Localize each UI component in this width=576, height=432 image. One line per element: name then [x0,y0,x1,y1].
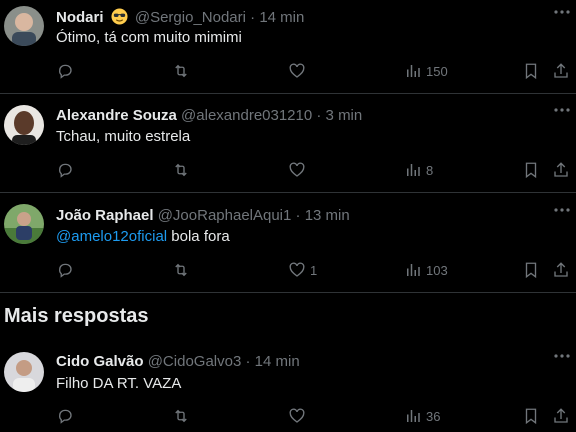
post-text: Ótimo, tá com muito mimimi [56,29,242,46]
repost-icon [175,163,187,177]
reply-icon [59,409,72,424]
reply-post[interactable]: João Raphael @JooRaphaelAqui1 · 13 min @… [0,194,576,293]
author-name[interactable]: João Raphael [56,207,154,224]
view-count: 150 [426,63,448,79]
reply-post[interactable]: Cido Galvão @CidoGalvo3 · 14 min Filho D… [0,342,576,432]
view-count: 36 [426,408,441,424]
repost-button[interactable] [172,406,190,426]
author-handle[interactable]: @CidoGalvo3 [148,353,242,370]
avatar[interactable] [4,105,44,145]
share-button[interactable] [552,61,570,81]
more-options-icon[interactable] [552,346,572,366]
author-name[interactable]: Nodari [56,9,104,26]
analytics-icon [407,264,420,276]
repost-icon [175,409,187,423]
views-button[interactable]: 36 [404,406,440,426]
avatar[interactable] [4,352,44,392]
reply-button[interactable] [56,406,74,426]
like-button[interactable] [288,61,306,81]
avatar[interactable] [4,204,44,244]
bookmark-icon [525,262,537,279]
reply-post[interactable]: Alexandre Souza @alexandre031210 · 3 min… [0,95,576,193]
analytics-icon [407,164,420,176]
like-count: 1 [310,262,318,278]
post-text: @amelo12oficial bola fora [56,227,230,247]
more-replies-heading: Mais respostas [4,305,149,327]
view-count: 103 [426,262,448,278]
analytics-icon [407,65,420,77]
heart-icon [289,262,305,277]
bookmark-icon [525,408,537,425]
more-options-icon[interactable] [552,100,572,120]
bookmark-button[interactable] [522,406,540,426]
repost-icon [175,64,187,78]
views-button[interactable]: 103 [404,260,448,280]
heart-icon [289,408,305,423]
bookmark-button[interactable] [522,61,540,81]
post-time[interactable]: · 14 min [250,9,304,26]
share-icon [554,408,568,423]
post-text-body: bola fora [167,228,230,245]
author-handle[interactable]: @Sergio_Nodari [135,9,246,26]
reply-icon [59,263,72,278]
repost-icon [175,263,187,277]
heart-icon [289,63,305,78]
view-count: 8 [426,162,434,178]
like-button[interactable]: 1 [288,260,317,280]
share-button[interactable] [552,160,570,180]
author-name[interactable]: Alexandre Souza [56,107,177,124]
more-options-icon[interactable] [552,2,572,22]
share-icon [554,63,568,78]
heart-icon [289,162,305,177]
repost-button[interactable] [172,260,190,280]
share-icon [554,162,568,177]
author-name[interactable]: Cido Galvão [56,353,144,370]
share-button[interactable] [552,260,570,280]
repost-button[interactable] [172,160,190,180]
like-button[interactable] [288,160,306,180]
reply-button[interactable] [56,61,74,81]
reply-icon [59,64,72,79]
post-time[interactable]: · 3 min [316,107,362,124]
mention-link[interactable]: @amelo12oficial [56,228,167,245]
more-options-icon[interactable] [552,200,572,220]
views-button[interactable]: 8 [404,160,433,180]
author-handle[interactable]: @alexandre031210 [181,107,312,124]
reply-button[interactable] [56,160,74,180]
bookmark-icon [525,63,537,80]
bookmark-button[interactable] [522,260,540,280]
reply-button[interactable] [56,260,74,280]
reply-post[interactable]: Nodari @Sergio_Nodari · 14 min Ótimo, tá… [0,0,576,94]
reply-icon [59,163,72,178]
post-time[interactable]: · 14 min [245,353,299,370]
post-text: Tchau, muito estrela [56,128,191,145]
post-text: Filho DA RT. VAZA [56,375,182,392]
analytics-icon [407,410,420,422]
bookmark-icon [525,162,537,179]
avatar[interactable] [4,6,44,46]
post-time[interactable]: · 13 min [296,207,350,224]
author-handle[interactable]: @JooRaphaelAqui1 [158,207,292,224]
like-button[interactable] [288,406,306,426]
bookmark-button[interactable] [522,160,540,180]
views-button[interactable]: 150 [404,61,448,81]
share-icon [554,262,568,277]
repost-button[interactable] [172,61,190,81]
share-button[interactable] [552,406,570,426]
